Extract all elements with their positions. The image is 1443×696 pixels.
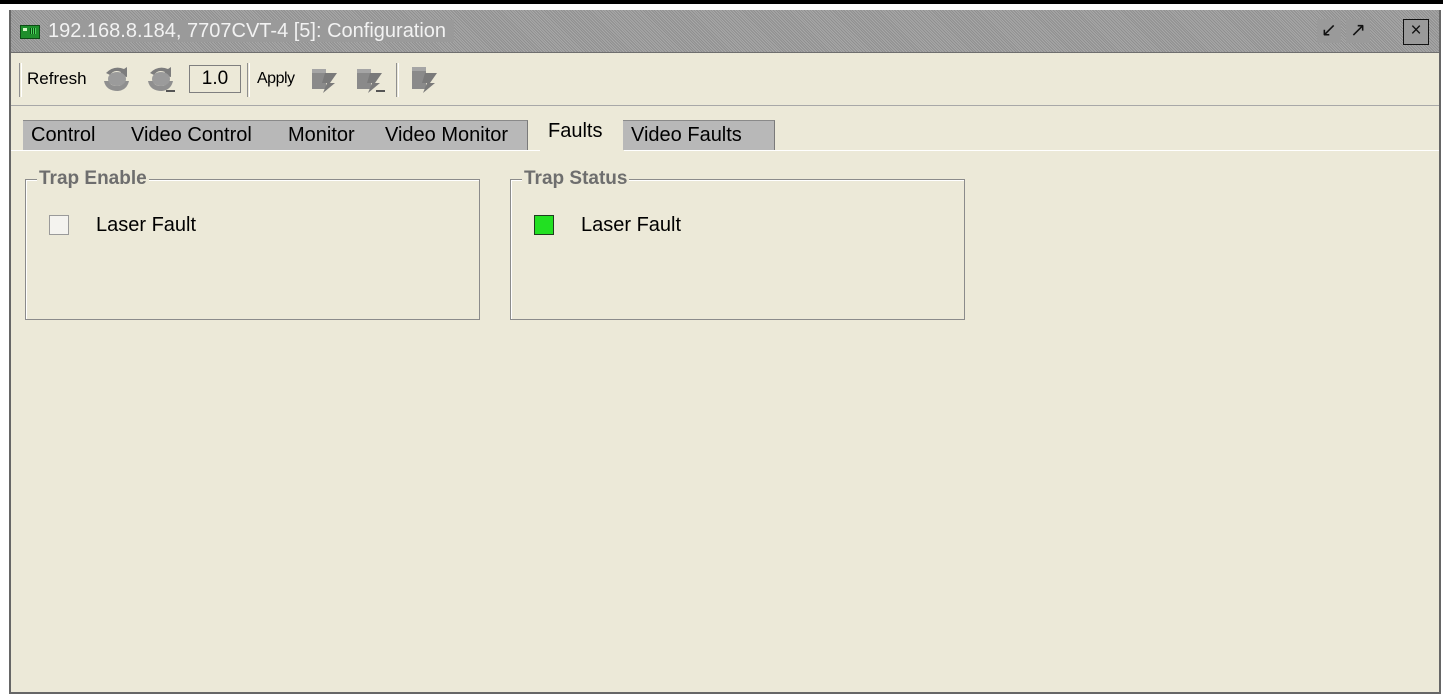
restore-icon[interactable]: ↙: [1317, 19, 1341, 43]
version-field[interactable]: 1.0: [189, 65, 241, 93]
toolbar-separator: [19, 63, 22, 97]
apply-partial-icon[interactable]: [354, 63, 387, 95]
tab-faults[interactable]: Faults: [540, 116, 624, 152]
close-icon[interactable]: ×: [1403, 19, 1429, 45]
toolbar: Refresh 1.0 Apply: [11, 54, 1439, 106]
window-title: 192.168.8.184, 7707CVT-4 [5]: Configurat…: [48, 20, 455, 42]
tab-video-monitor[interactable]: Video Monitor: [377, 120, 528, 150]
refresh-partial-icon[interactable]: [144, 63, 177, 95]
toolbar-separator: [247, 63, 250, 97]
refresh-button[interactable]: Refresh: [27, 68, 87, 90]
tab-strip: Control Video Control Monitor Video Moni…: [11, 106, 1439, 152]
apply-icon[interactable]: [309, 63, 342, 95]
apply-all-icon[interactable]: [409, 63, 442, 95]
apply-button[interactable]: Apply: [257, 68, 295, 90]
trap-status-group: Trap Status Laser Fault: [510, 168, 965, 320]
refresh-icon[interactable]: [100, 63, 133, 95]
tab-video-faults[interactable]: Video Faults: [623, 120, 775, 150]
trap-status-title: Trap Status: [522, 168, 630, 190]
tab-control[interactable]: Control: [23, 120, 124, 150]
top-border-line: [0, 0, 1443, 4]
tab-video-control[interactable]: Video Control: [123, 120, 281, 150]
title-bar[interactable]: 192.168.8.184, 7707CVT-4 [5]: Configurat…: [11, 10, 1439, 53]
trap-enable-group: Trap Enable Laser Fault: [25, 168, 480, 320]
laser-fault-status-label: Laser Fault: [581, 214, 682, 236]
configuration-window: 192.168.8.184, 7707CVT-4 [5]: Configurat…: [9, 10, 1441, 694]
tab-monitor[interactable]: Monitor: [280, 120, 378, 150]
device-icon: [20, 25, 40, 39]
toolbar-separator: [396, 63, 399, 97]
maximize-icon[interactable]: ↗: [1346, 19, 1370, 43]
trap-enable-title: Trap Enable: [37, 168, 149, 190]
laser-fault-checkbox[interactable]: [49, 215, 69, 235]
laser-fault-enable-label: Laser Fault: [96, 214, 197, 236]
laser-fault-status-led: [534, 215, 554, 235]
